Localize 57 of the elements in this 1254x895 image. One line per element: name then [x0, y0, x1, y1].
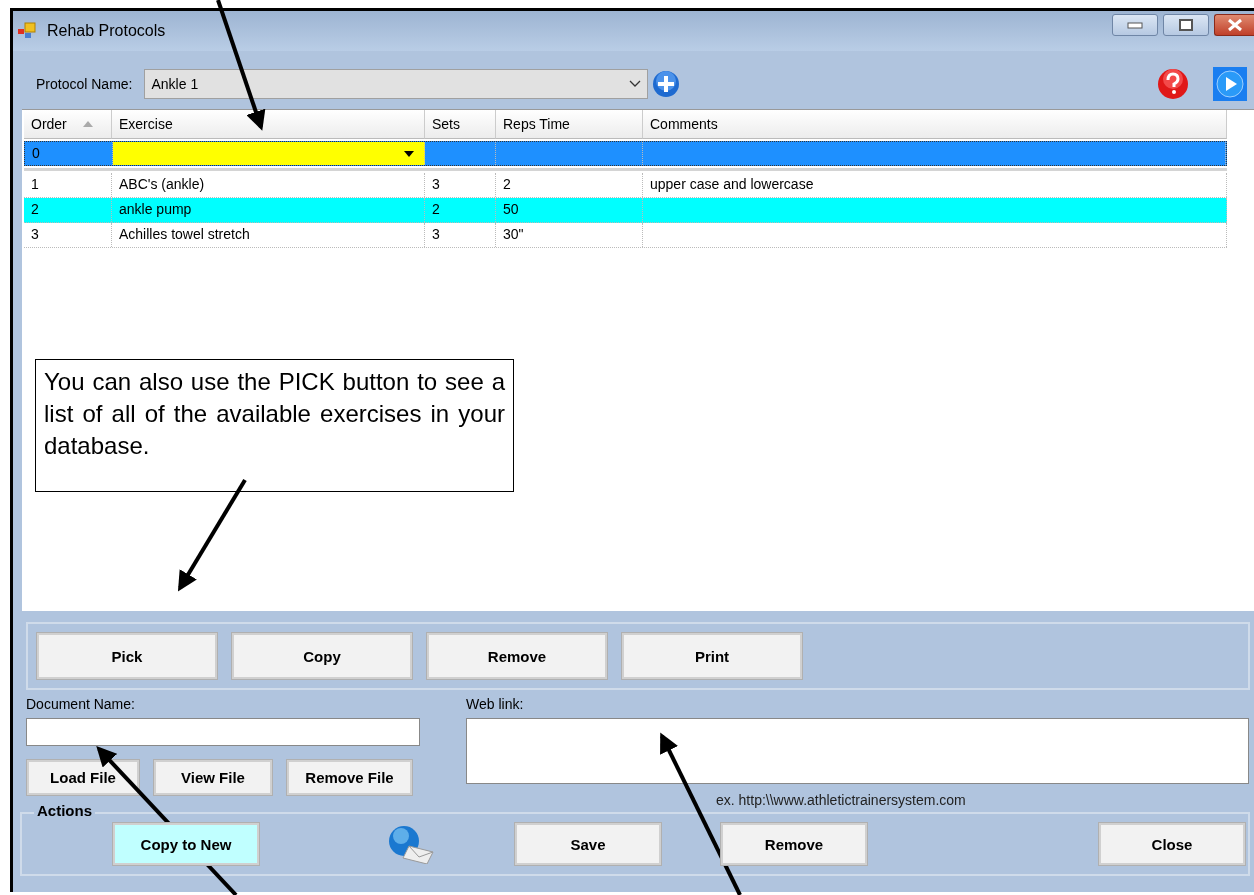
- table-cell: upper case and lowercase: [643, 173, 1227, 197]
- file-button[interactable]: Remove File: [287, 760, 412, 795]
- column-header[interactable]: Sets: [425, 110, 496, 139]
- table-cell: ankle pump: [112, 198, 425, 222]
- callout-box: You can also use the PICK button to see a list of all of the available exercises in your database.: [35, 359, 514, 492]
- column-header[interactable]: Order: [24, 110, 112, 139]
- add-icon[interactable]: [652, 70, 681, 98]
- actions-legend: Actions: [34, 802, 95, 819]
- window-title: Rehab Protocols: [47, 22, 166, 40]
- table-row[interactable]: 0: [24, 141, 1227, 166]
- file-button[interactable]: View File: [154, 760, 272, 795]
- minimize-icon: [1127, 21, 1143, 29]
- table-cell: 50: [496, 198, 643, 222]
- table-cell: ABC's (ankle): [112, 173, 425, 197]
- action-button[interactable]: Copy: [232, 633, 412, 679]
- table-row[interactable]: 2 ankle pump 2 50: [24, 198, 1227, 223]
- document-name-label: Document Name:: [26, 696, 136, 712]
- table-cell: 30": [496, 223, 643, 247]
- column-header[interactable]: Comments: [643, 110, 1227, 139]
- web-link-field[interactable]: [466, 718, 1249, 784]
- globe-mail-icon[interactable]: [387, 824, 435, 864]
- maximize-icon: [1179, 19, 1193, 31]
- action-button[interactable]: Copy to New: [113, 823, 259, 865]
- table-cell: 2: [425, 198, 496, 222]
- table-cell: Achilles towel stretch: [112, 223, 425, 247]
- app-icon: [17, 22, 37, 40]
- web-link-label: Web link:: [466, 696, 525, 712]
- play-icon[interactable]: [1213, 67, 1247, 101]
- minimize-button[interactable]: [1112, 14, 1158, 36]
- dropdown-arrow-icon: [404, 150, 415, 157]
- column-header[interactable]: Reps Time: [496, 110, 643, 139]
- table-row[interactable]: 1 ABC's (ankle) 3 2 upper case and lowercase: [24, 173, 1227, 198]
- web-link-hint: ex. http:\\www.athletictrainersystem.com: [716, 792, 967, 808]
- protocol-name-dropdown[interactable]: Ankle 1: [144, 69, 649, 99]
- close-icon: [1226, 18, 1243, 32]
- table-cell: 2: [496, 173, 643, 197]
- action-button[interactable]: Remove: [427, 633, 607, 679]
- table-cell: 3: [425, 173, 496, 197]
- file-button[interactable]: Load File: [27, 760, 139, 795]
- table-row[interactable]: 3 Achilles towel stretch 3 30": [24, 223, 1227, 248]
- column-header[interactable]: Exercise: [112, 110, 425, 139]
- action-button[interactable]: Remove: [721, 823, 867, 865]
- table-cell: 0: [25, 142, 113, 165]
- action-button[interactable]: Save: [515, 823, 661, 865]
- table-cell: 3: [24, 223, 112, 247]
- maximize-button[interactable]: [1163, 14, 1209, 36]
- document-name-field[interactable]: [26, 718, 420, 746]
- help-icon[interactable]: [1157, 68, 1189, 100]
- table-cell: 3: [425, 223, 496, 247]
- table-cell: 2: [24, 198, 112, 222]
- action-button[interactable]: Close: [1099, 823, 1245, 865]
- action-button[interactable]: Pick: [37, 633, 217, 679]
- close-button[interactable]: [1214, 14, 1254, 36]
- action-button[interactable]: Print: [622, 633, 802, 679]
- chevron-down-icon: [629, 80, 642, 88]
- protocol-name-label: Protocol Name:: [36, 76, 133, 92]
- table-cell: 1: [24, 173, 112, 197]
